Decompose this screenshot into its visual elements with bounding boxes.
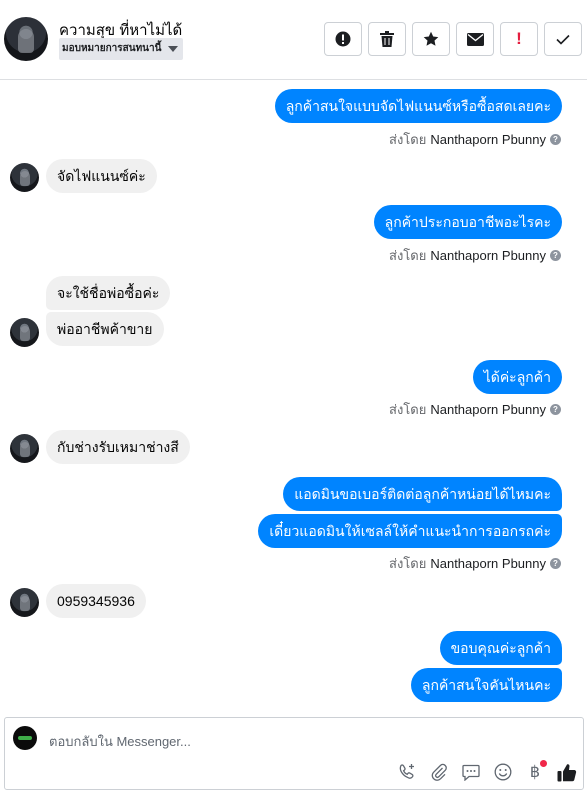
sent-by-label: ส่งโดย Nanthaporn Pbunny ? bbox=[389, 553, 561, 574]
help-icon[interactable]: ? bbox=[550, 558, 561, 569]
incoming-message[interactable]: 0959345936 bbox=[46, 584, 146, 618]
outgoing-message[interactable]: ลูกค้าสนใจคันไหนคะ bbox=[410, 668, 562, 702]
outgoing-message[interactable]: ลูกค้าสนใจแบบจัดไฟแนนซ์หรือซื้อสดเลยคะ bbox=[274, 89, 562, 123]
emoji-button[interactable] bbox=[487, 759, 519, 785]
outgoing-message[interactable]: ได้ค่ะลูกค้า bbox=[472, 360, 562, 394]
phone-plus-icon bbox=[399, 764, 414, 779]
sent-by-prefix: ส่งโดย bbox=[389, 132, 427, 147]
spam-button[interactable] bbox=[324, 22, 362, 56]
sent-by-agent[interactable]: Nanthaporn Pbunny bbox=[430, 556, 546, 571]
check-icon bbox=[556, 34, 570, 45]
incoming-message[interactable]: จัดไฟแนนซ์ค่ะ bbox=[46, 159, 157, 193]
incoming-message[interactable]: จะใช้ชื่อพ่อซื้อค่ะ bbox=[46, 276, 171, 310]
sent-by-label: ส่งโดย Nanthaporn Pbunny ? bbox=[389, 245, 561, 266]
sent-by-agent[interactable]: Nanthaporn Pbunny bbox=[430, 132, 546, 147]
trash-icon bbox=[380, 31, 394, 47]
outgoing-message[interactable]: แอดมินขอเบอร์ติดต่อลูกค้าหน่อยได้ไหมคะ bbox=[283, 477, 562, 511]
outgoing-message[interactable]: เดี๋ยวแอดมินให้เซลล์ให้คำแนะนำการออกรถค่… bbox=[258, 514, 562, 548]
attach-button[interactable] bbox=[423, 759, 455, 785]
saved-replies-button[interactable] bbox=[455, 759, 487, 785]
mark-unread-button[interactable] bbox=[456, 22, 494, 56]
sent-by-prefix: ส่งโดย bbox=[389, 402, 427, 417]
contact-avatar-small[interactable] bbox=[10, 588, 39, 617]
composer-toolbar: ฿ bbox=[391, 759, 583, 785]
exclamation-icon: ! bbox=[516, 29, 522, 48]
envelope-icon bbox=[466, 32, 484, 46]
reply-input[interactable] bbox=[49, 732, 449, 750]
outgoing-message[interactable]: ขอบคุณค่ะลูกค้า bbox=[439, 631, 562, 665]
contact-avatar-small[interactable] bbox=[10, 318, 39, 347]
star-icon bbox=[423, 31, 439, 46]
message-thread[interactable]: ลูกค้าสนใจแบบจัดไฟแนนซ์หรือซื้อสดเลยคะ ส… bbox=[0, 80, 587, 714]
incoming-message[interactable]: กับช่างรับเหมาช่างสี bbox=[46, 430, 190, 464]
help-icon[interactable]: ? bbox=[550, 134, 561, 145]
mark-done-button[interactable] bbox=[544, 22, 582, 56]
help-icon[interactable]: ? bbox=[550, 404, 561, 415]
smiley-icon bbox=[494, 763, 512, 781]
sent-by-agent[interactable]: Nanthaporn Pbunny bbox=[430, 402, 546, 417]
chat-bubble-icon bbox=[462, 764, 480, 781]
like-icon bbox=[557, 763, 577, 781]
help-icon[interactable]: ? bbox=[550, 250, 561, 261]
contact-avatar-small[interactable] bbox=[10, 163, 39, 192]
incoming-message[interactable]: พ่ออาชีพค้าขาย bbox=[46, 312, 164, 346]
sent-by-label: ส่งโดย Nanthaporn Pbunny ? bbox=[389, 129, 561, 150]
sent-by-prefix: ส่งโดย bbox=[389, 248, 427, 263]
notification-dot bbox=[540, 760, 547, 767]
like-button[interactable] bbox=[551, 759, 583, 785]
payment-button[interactable]: ฿ bbox=[519, 759, 551, 785]
sent-by-agent[interactable]: Nanthaporn Pbunny bbox=[430, 248, 546, 263]
conversation-header: ความสุข ที่หาไม่ได้ มอบหมายการสนทนานี้ ! bbox=[0, 0, 587, 80]
exclamation-circle-icon bbox=[335, 31, 351, 47]
message-composer: ฿ bbox=[4, 717, 584, 790]
follow-up-button[interactable]: ! bbox=[500, 22, 538, 56]
delete-button[interactable] bbox=[368, 22, 406, 56]
paperclip-icon bbox=[431, 763, 447, 781]
sent-by-prefix: ส่งโดย bbox=[389, 556, 427, 571]
contact-avatar[interactable] bbox=[4, 17, 48, 61]
star-button[interactable] bbox=[412, 22, 450, 56]
outgoing-message[interactable]: ลูกค้าประกอบอาชีพอะไรคะ bbox=[373, 205, 562, 239]
contact-avatar-small[interactable] bbox=[10, 434, 39, 463]
page-avatar bbox=[13, 726, 37, 750]
assign-conversation-dropdown[interactable]: มอบหมายการสนทนานี้ bbox=[59, 38, 184, 60]
call-button[interactable] bbox=[391, 759, 423, 785]
baht-icon: ฿ bbox=[529, 764, 541, 781]
sent-by-label: ส่งโดย Nanthaporn Pbunny ? bbox=[389, 399, 561, 420]
caret-down-icon bbox=[168, 46, 179, 52]
assign-conversation-label: มอบหมายการสนทนานี้ bbox=[62, 43, 162, 54]
conversation-toolbar: ! bbox=[324, 22, 582, 56]
